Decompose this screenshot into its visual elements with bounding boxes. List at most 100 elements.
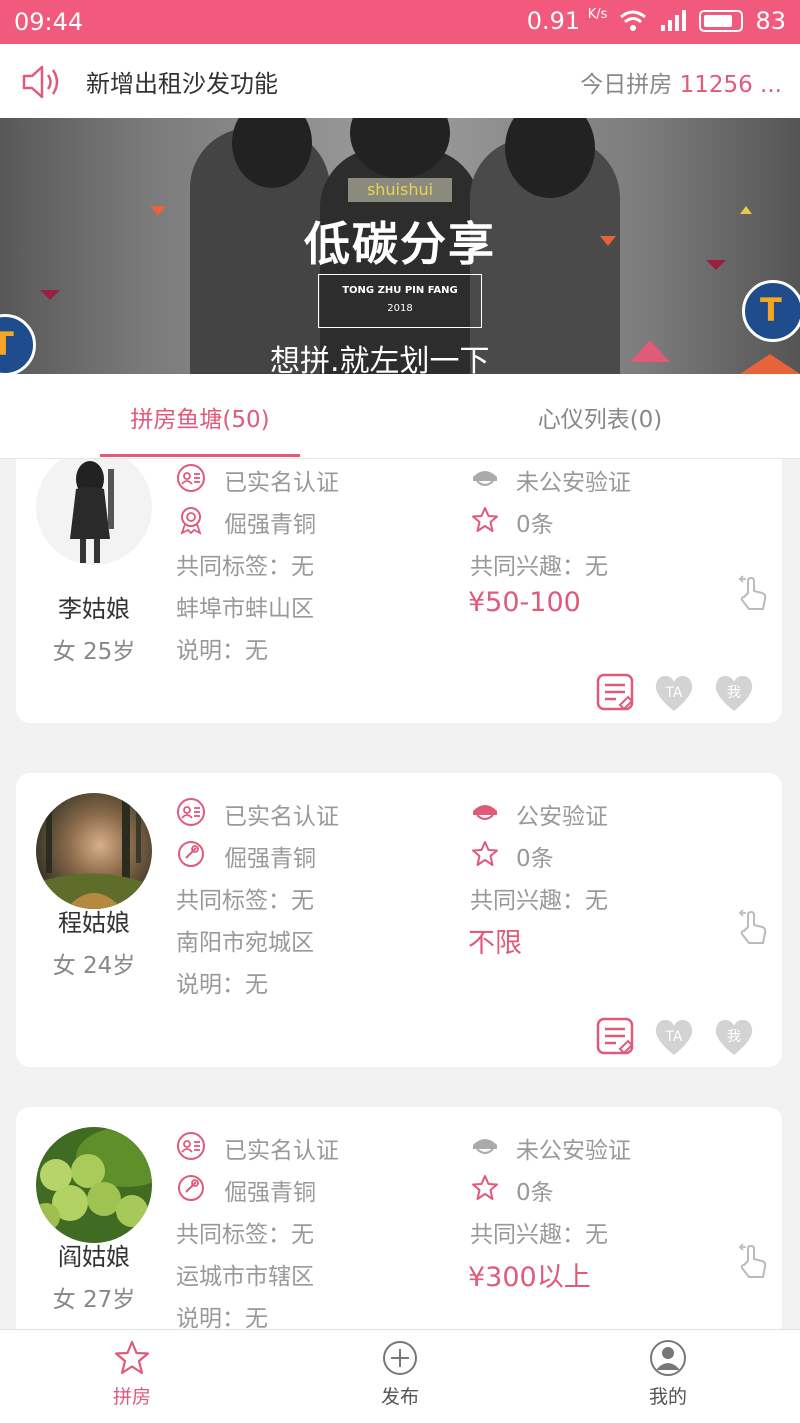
- banner-slogan: 想拼.就左划一下: [270, 344, 490, 374]
- city: 运城市市辖区: [176, 1264, 314, 1290]
- price: ¥50-100: [468, 587, 581, 618]
- banner-shape: [740, 354, 800, 374]
- banner-box: TONG ZHU PIN FANG 2018: [318, 274, 482, 328]
- speaker-icon: [22, 65, 59, 99]
- avatar-image: [70, 461, 114, 563]
- tab-pond[interactable]: 拼房鱼塘(50): [100, 400, 300, 434]
- user-gender-age: 女 27岁: [52, 1287, 136, 1313]
- list-item[interactable]: 程姑娘 女 24岁 已实名认证 公安验证 倔强青铜 0条 共同标签：无 共同兴趣…: [16, 773, 782, 1067]
- city: 蚌埠市蚌山区: [176, 596, 314, 622]
- swipe-hand-icon[interactable]: [736, 573, 770, 613]
- nav-label: 发布: [380, 1386, 419, 1408]
- city: 南阳市宛城区: [176, 930, 314, 956]
- common-tags: 共同标签：无: [176, 554, 314, 580]
- level: 倔强青铜: [224, 846, 316, 872]
- user-name: 李姑娘: [58, 595, 130, 623]
- battery-level: 83: [755, 7, 786, 35]
- realname-status: 已实名认证: [224, 804, 339, 830]
- banner-shape: [630, 340, 670, 362]
- banner-headline: 低碳分享: [304, 217, 496, 271]
- medal-icon: [180, 507, 202, 535]
- police-cap-icon: [473, 805, 497, 820]
- level: 倔强青铜: [224, 1180, 316, 1206]
- status-bar: 09:44 0.91 K/s 83: [0, 0, 800, 44]
- today-count: 今日拼房 11256 ...: [580, 72, 782, 98]
- common-interests: 共同兴趣：无: [470, 1222, 608, 1248]
- svg-text:TA: TA: [664, 1029, 682, 1045]
- common-interests: 共同兴趣：无: [470, 888, 608, 914]
- star-outline-icon: [472, 507, 498, 532]
- police-cap-icon: [473, 1139, 497, 1154]
- list-item[interactable]: 李姑娘 女 25岁 已实名认证 未公安验证 倔强青铜 0条 共同标签：无 共同兴…: [16, 459, 782, 723]
- like-me-button[interactable]: 我: [712, 673, 756, 713]
- active-tab-indicator: [100, 454, 300, 457]
- logo-badge-left: T: [0, 314, 36, 374]
- user-gender-age: 女 25岁: [52, 639, 136, 665]
- avatar[interactable]: [36, 459, 152, 565]
- rating-count: 0条: [516, 846, 554, 872]
- note-icon[interactable]: [594, 673, 638, 713]
- police-status: 未公安验证: [516, 470, 631, 496]
- avatar-image: [36, 1127, 152, 1231]
- avatar[interactable]: [36, 793, 152, 909]
- rating-count: 0条: [516, 1180, 554, 1206]
- police-status: 未公安验证: [516, 1138, 631, 1164]
- nav-item-publish[interactable]: 发布: [340, 1340, 460, 1409]
- notice-message: 新增出租沙发功能: [86, 70, 278, 98]
- star-icon: [114, 1340, 150, 1375]
- id-card-icon: [177, 1132, 205, 1160]
- description: 说明：无: [176, 1306, 268, 1329]
- banner-shape: [40, 290, 60, 300]
- star-outline-icon: [472, 841, 498, 866]
- like-me-button[interactable]: 我: [712, 1017, 756, 1057]
- police-cap-icon: [473, 471, 497, 486]
- nav-label: 我的: [648, 1386, 687, 1408]
- nav-item-pinfang[interactable]: 拼房: [72, 1340, 192, 1409]
- swipe-hand-icon[interactable]: [736, 907, 770, 947]
- list-item[interactable]: 阎姑娘 女 27岁 已实名认证 未公安验证 倔强青铜 0条 共同标签：无 共同兴…: [16, 1107, 782, 1329]
- realname-status: 已实名认证: [224, 470, 339, 496]
- price: ¥300以上: [468, 1262, 591, 1293]
- badge-ring-icon: [178, 841, 204, 867]
- heart-icon: 我: [715, 675, 753, 711]
- user-list[interactable]: 李姑娘 女 25岁 已实名认证 未公安验证 倔强青铜 0条 共同标签：无 共同兴…: [0, 459, 800, 1329]
- user-name: 阎姑娘: [58, 1243, 130, 1271]
- svg-text:我: 我: [727, 685, 741, 701]
- nav-label: 拼房: [112, 1386, 151, 1408]
- heart-icon: TA: [655, 1019, 693, 1055]
- like-ta-button[interactable]: TA: [652, 673, 696, 713]
- common-interests: 共同兴趣：无: [470, 554, 608, 580]
- rating-count: 0条: [516, 512, 554, 538]
- nav-item-mine[interactable]: 我的: [608, 1340, 728, 1409]
- star-outline-icon: [472, 1175, 498, 1200]
- description: 说明：无: [176, 972, 268, 998]
- like-ta-button[interactable]: TA: [652, 1017, 696, 1057]
- logo-badge-right: T: [742, 280, 800, 342]
- common-tags: 共同标签：无: [176, 1222, 314, 1248]
- avatar[interactable]: [36, 1127, 152, 1243]
- bottom-nav: 拼房 发布 我的: [0, 1329, 800, 1423]
- user-name: 程姑娘: [58, 909, 130, 937]
- heart-icon: TA: [655, 675, 693, 711]
- status-time: 09:44: [14, 8, 84, 36]
- tab-favorites[interactable]: 心仪列表(0): [500, 400, 700, 434]
- swipe-hand-icon[interactable]: [736, 1241, 770, 1281]
- badge-ring-icon: [178, 1175, 204, 1201]
- id-card-icon: [177, 798, 205, 826]
- signal-icon: [661, 10, 687, 31]
- tab-bar: 拼房鱼塘(50) 心仪列表(0): [0, 374, 800, 459]
- banner-tag: shuishui: [348, 178, 452, 202]
- banner-shape: [150, 206, 166, 216]
- banner-shape: [706, 260, 726, 270]
- banner-shape: [600, 236, 616, 246]
- common-tags: 共同标签：无: [176, 888, 314, 914]
- plus-circle-icon: [383, 1341, 417, 1375]
- wifi-icon: [620, 10, 647, 31]
- avatar-image: [36, 793, 152, 909]
- svg-text:我: 我: [727, 1029, 741, 1045]
- heart-icon: 我: [715, 1019, 753, 1055]
- note-icon[interactable]: [594, 1017, 638, 1057]
- notice-bar[interactable]: 新增出租沙发功能 今日拼房 11256 ...: [0, 44, 800, 118]
- banner-shape: [740, 206, 752, 214]
- banner[interactable]: T T shuishui 低碳分享 TONG ZHU PIN FANG 2018…: [0, 118, 800, 374]
